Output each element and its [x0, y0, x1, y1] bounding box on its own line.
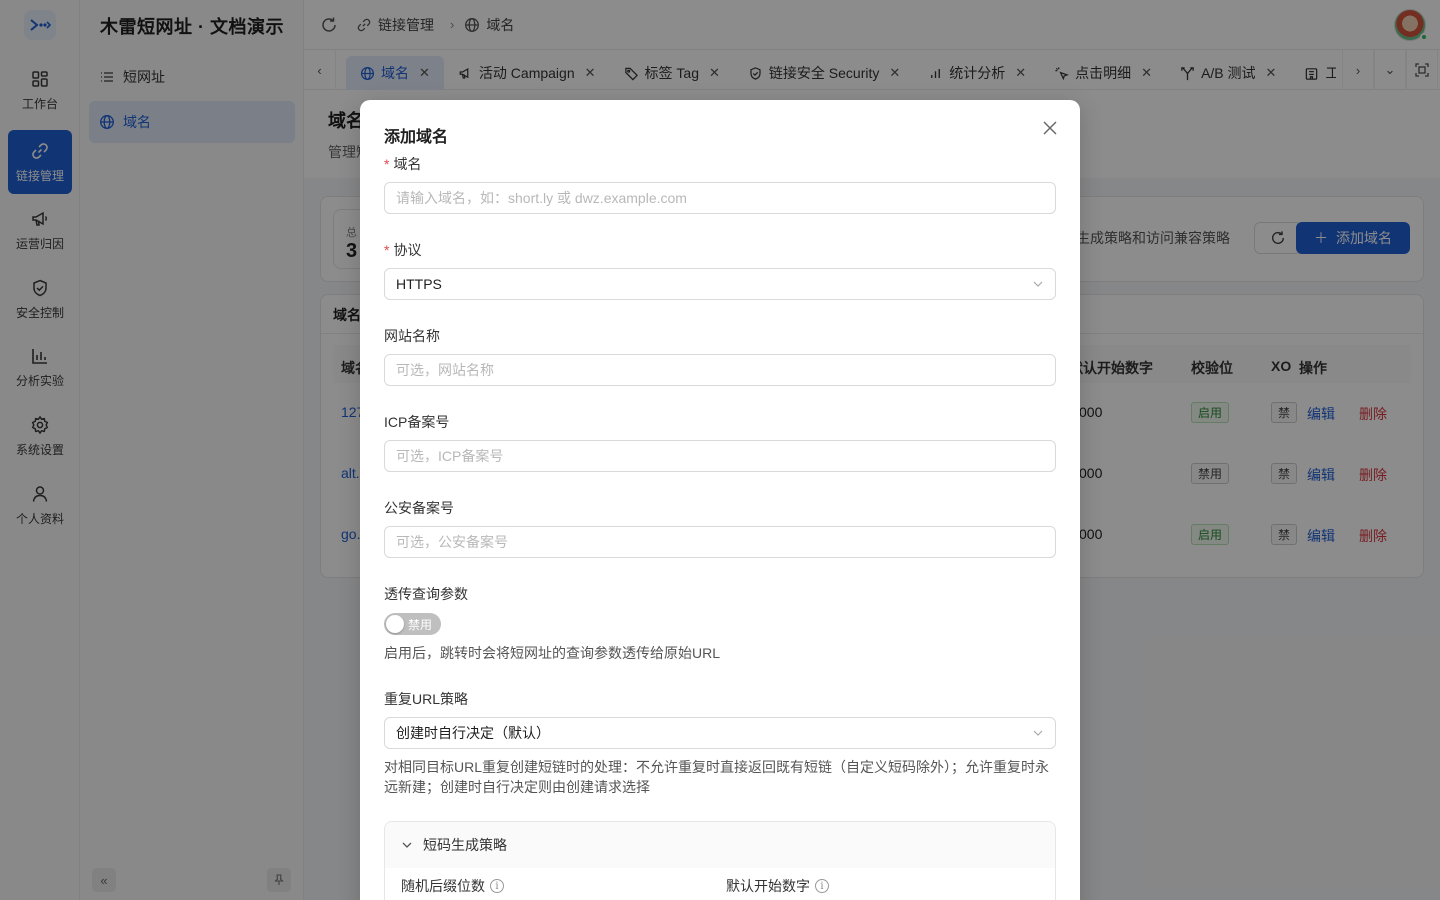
modal-title: 添加域名	[384, 129, 449, 146]
chevron-down-icon	[402, 842, 412, 848]
required-mark: *	[384, 156, 390, 172]
info-icon[interactable]: i	[490, 879, 504, 893]
protocol-select[interactable]: HTTPS	[384, 268, 1056, 300]
required-mark: *	[384, 242, 390, 258]
domain-label: * 域名	[384, 156, 422, 172]
duplicate-url-select[interactable]: 创建时自行决定（默认）	[384, 717, 1056, 749]
passthrough-toggle[interactable]: 禁用	[384, 613, 441, 635]
close-button[interactable]	[1038, 116, 1062, 140]
chevron-down-icon	[1033, 730, 1043, 736]
domain-input[interactable]	[384, 182, 1056, 214]
icp-input[interactable]	[384, 440, 1056, 472]
icp-label: ICP备案号	[384, 414, 450, 430]
toggle-knob	[386, 615, 404, 633]
duplicate-url-label: 重复URL策略	[384, 691, 469, 707]
toggle-state-text: 禁用	[407, 618, 432, 632]
chevron-down-icon	[1033, 281, 1043, 287]
close-icon	[1043, 121, 1057, 135]
duplicate-url-value: 创建时自行决定（默认）	[396, 725, 550, 741]
protocol-value: HTTPS	[396, 276, 442, 292]
protocol-label: * 协议	[384, 242, 422, 258]
short-code-strategy-header[interactable]: 短码生成策略	[385, 822, 1055, 868]
short-code-strategy-title: 短码生成策略	[423, 837, 507, 853]
site-name-label: 网站名称	[384, 328, 440, 344]
police-record-input[interactable]	[384, 526, 1056, 558]
add-domain-modal: 添加域名 *域名 *协议 HTTPS 网站名称 ICP备案号 公安备案号 透传查…	[360, 100, 1080, 900]
passthrough-help: 启用后，跳转时会将短网址的查询参数透传给原始URL	[384, 645, 721, 661]
short-code-strategy-panel: 短码生成策略 随机后缀位数 i 默认开始数字 i	[384, 821, 1056, 900]
random-suffix-label: 随机后缀位数 i	[401, 876, 504, 896]
police-record-label: 公安备案号	[384, 500, 454, 516]
default-start-number-label: 默认开始数字 i	[726, 876, 829, 896]
duplicate-url-help: 对相同目标URL重复创建短链时的处理：不允许重复时直接返回既有短链（自定义短码除…	[384, 759, 1050, 795]
info-icon[interactable]: i	[815, 879, 829, 893]
passthrough-label: 透传查询参数	[384, 586, 468, 602]
site-name-input[interactable]	[384, 354, 1056, 386]
